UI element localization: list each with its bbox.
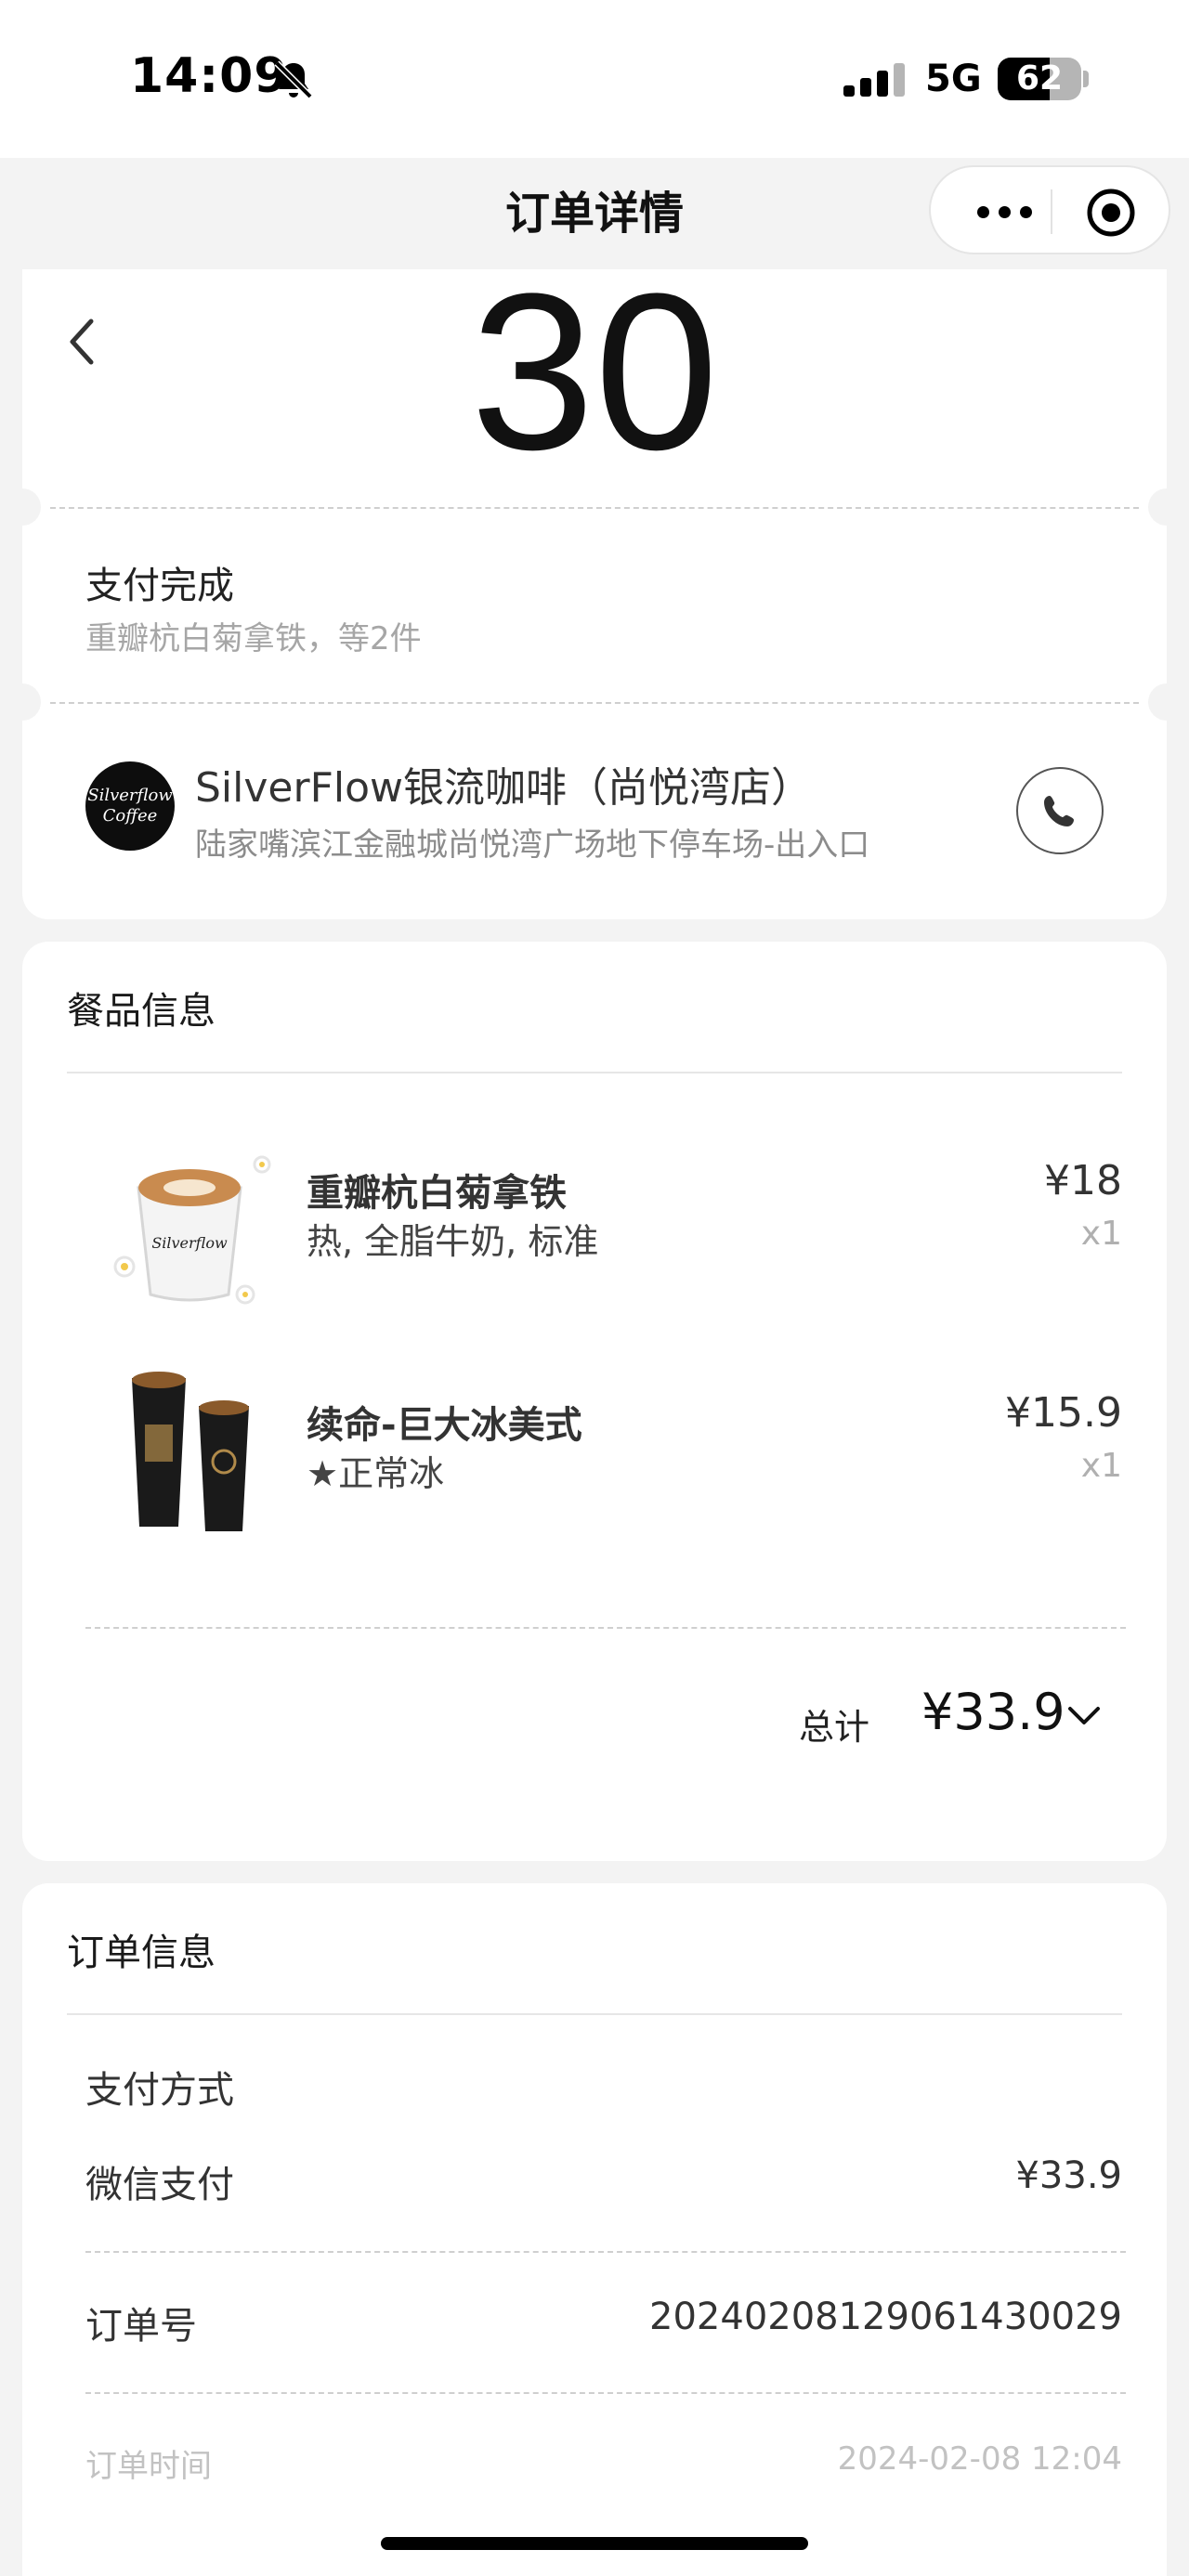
latte-cup-image: Silverflow: [97, 1127, 282, 1313]
ticket-notch: [4, 488, 41, 526]
item-name: 续命-巨大冰美式: [307, 1404, 582, 1447]
item-price: ¥18: [1044, 1157, 1122, 1204]
total-value: ¥33.9: [921, 1683, 1065, 1741]
status-time: 14:09: [130, 48, 289, 104]
iced-americano-cups-image: [97, 1360, 282, 1545]
signal-icon: [843, 63, 905, 97]
mini-program-capsule: [929, 165, 1170, 254]
target-icon[interactable]: [1084, 186, 1138, 240]
store-logo: Silverflow Coffee: [85, 761, 175, 851]
divider: [50, 507, 1139, 509]
status-bar: 14:09 5G 62 订单详情: [0, 0, 1189, 254]
battery-indicator: 62: [998, 58, 1081, 100]
item-quantity: x1: [1080, 1447, 1122, 1485]
call-store-button[interactable]: [1016, 767, 1104, 854]
order-time: 2024-02-08 12:04: [837, 2440, 1122, 2478]
bell-off-icon: [274, 60, 313, 99]
ticket-notch: [1148, 488, 1185, 526]
battery-percent: 62: [1015, 59, 1064, 98]
store-logo-line2: Coffee: [102, 806, 158, 826]
items-card: 餐品信息 Silverflow 重瓣杭白菊拿铁 热, 全脂牛奶, 标准 ¥18 …: [22, 942, 1167, 1861]
network-type: 5G: [925, 58, 982, 100]
divider: [85, 2392, 1126, 2394]
item-name: 重瓣杭白菊拿铁: [307, 1172, 567, 1215]
ticket-notch: [1148, 683, 1185, 721]
store-address: 陆家嘴滨江金融城尚悦湾广场地下停车场-出入口: [195, 826, 870, 864]
payment-channel: 微信支付: [85, 2164, 234, 2206]
item-price: ¥15.9: [1005, 1389, 1122, 1437]
payment-amount: ¥33.9: [1015, 2154, 1122, 2197]
item-spec: ★正常冰: [307, 1453, 445, 1494]
more-icon[interactable]: [962, 186, 1046, 238]
store-logo-line1: Silverflow: [87, 786, 173, 805]
capsule-divider: [1051, 189, 1052, 234]
order-info-card: 订单信息 支付方式 微信支付 ¥33.9 订单号 202402081290614…: [22, 1883, 1167, 2576]
divider: [50, 702, 1139, 704]
item-spec: 热, 全脂牛奶, 标准: [307, 1221, 599, 1262]
pickup-card: 30 支付完成 重瓣杭白菊拿铁，等2件 Silverflow Coffee Si…: [4, 260, 1185, 919]
pickup-number: 30: [470, 247, 719, 496]
store-name[interactable]: SilverFlow银流咖啡（尚悦湾店）: [195, 754, 812, 813]
total-label: 总计: [799, 1707, 870, 1748]
phone-icon: [1044, 796, 1074, 826]
chevron-down-icon[interactable]: [1061, 1692, 1107, 1738]
order-number[interactable]: 20240208129061430029: [649, 2296, 1122, 2338]
section-title-order: 订单信息: [67, 1932, 216, 1974]
section-title-items: 餐品信息: [67, 990, 216, 1033]
item-quantity: x1: [1080, 1215, 1122, 1253]
ticket-notch: [4, 683, 41, 721]
section-divider: [67, 2013, 1122, 2015]
divider: [85, 2251, 1126, 2253]
divider: [85, 1627, 1126, 1629]
order-status-title: 支付完成: [85, 565, 234, 607]
svg-text:Silverflow: Silverflow: [151, 1234, 228, 1252]
order-status-subtitle: 重瓣杭白菊拿铁，等2件: [85, 620, 422, 657]
payment-method-label: 支付方式: [85, 2069, 234, 2112]
order-number-label: 订单号: [85, 2305, 197, 2348]
battery-nub: [1083, 71, 1089, 87]
home-indicator: [381, 2537, 808, 2550]
section-divider: [67, 1072, 1122, 1073]
order-time-label: 订单时间: [85, 2448, 212, 2485]
